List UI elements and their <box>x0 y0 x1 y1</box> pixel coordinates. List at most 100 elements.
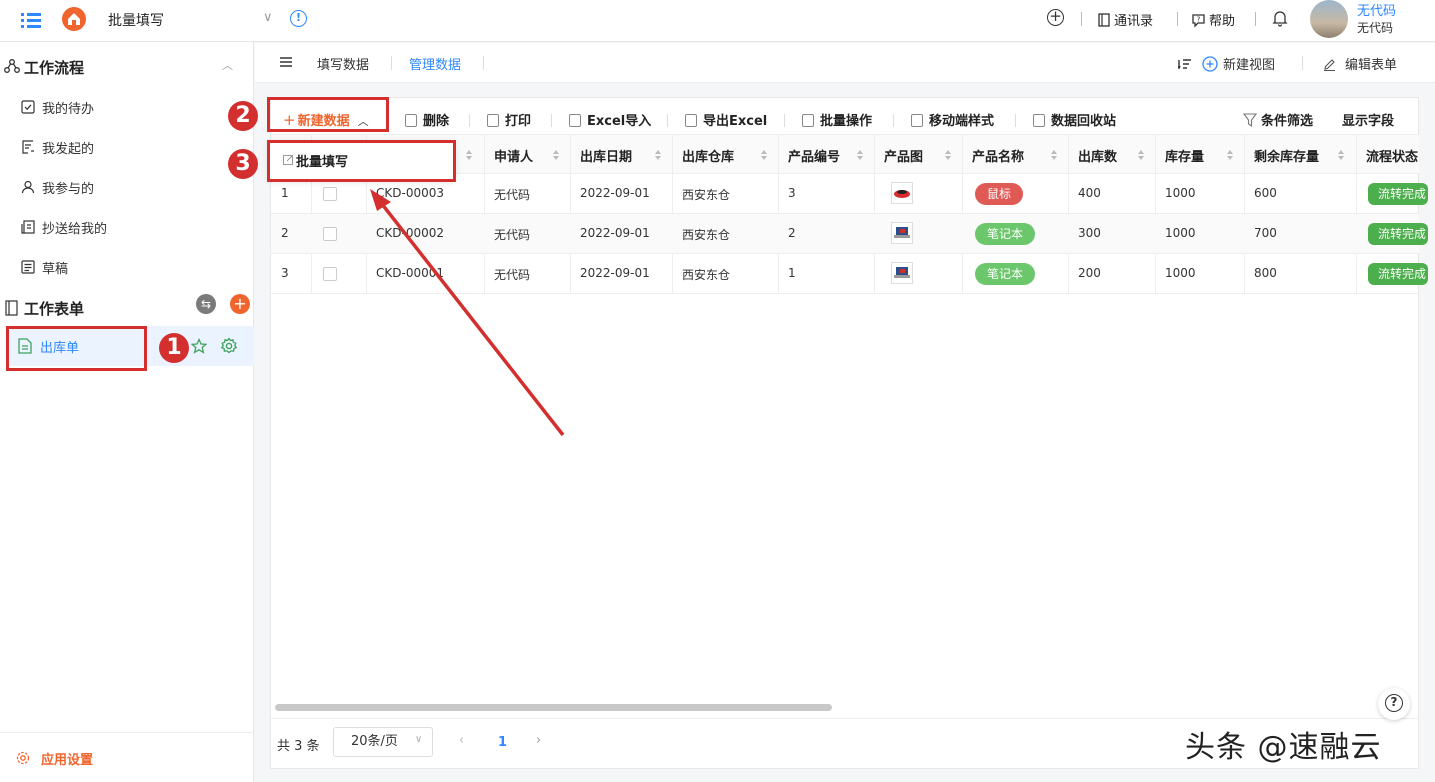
next-page-icon[interactable]: › <box>536 733 541 748</box>
show-fields-button[interactable]: 显示字段 <box>1342 110 1394 129</box>
filter-button[interactable]: 条件筛选 <box>1242 110 1313 129</box>
column-header-warehouse[interactable]: 出库仓库 <box>682 146 734 165</box>
column-header-remaining[interactable]: 剩余库存量 <box>1254 146 1319 165</box>
home-icon[interactable] <box>62 7 86 31</box>
sort-icon[interactable] <box>1050 149 1058 161</box>
contacts-button[interactable]: 通讯录 <box>1098 10 1153 29</box>
app-switch-chevron-icon[interactable]: ∨ <box>263 10 273 25</box>
bell-icon[interactable] <box>1272 10 1288 31</box>
chevron-down-icon[interactable]: ∨ <box>415 734 422 745</box>
column-header-stock[interactable]: 库存量 <box>1165 146 1204 165</box>
menu-icon[interactable] <box>20 9 44 31</box>
sidebar-item-initiated[interactable]: 我发起的 <box>0 127 254 167</box>
help-button[interactable]: ? 帮助 <box>1191 10 1235 29</box>
swap-icon[interactable]: ⇆ <box>196 294 216 314</box>
sidebar-item-todo[interactable]: 我的待办 <box>0 87 254 127</box>
show-fields-label: 显示字段 <box>1342 114 1395 129</box>
help-float-button[interactable]: ? <box>1378 688 1410 720</box>
column-header-product-name[interactable]: 产品名称 <box>972 146 1024 165</box>
column-header-status[interactable]: 流程状态 <box>1366 146 1418 165</box>
edit-form-label: 编辑表单 <box>1345 58 1398 73</box>
sidebar-item-label: 草稿 <box>42 262 69 277</box>
product-thumbnail[interactable] <box>891 222 913 244</box>
mobile-style-label: 移动端样式 <box>929 114 995 129</box>
column-header-date[interactable]: 出库日期 <box>580 146 632 165</box>
initiated-icon <box>21 140 35 154</box>
sort-icon[interactable] <box>552 149 560 161</box>
prev-page-icon[interactable]: ‹ <box>459 733 464 748</box>
export-file-icon <box>685 114 697 127</box>
forms-section-header[interactable]: 工作表单 <box>0 292 254 322</box>
sort-icon[interactable] <box>1226 149 1234 161</box>
cell-remaining: 800 <box>1254 266 1277 280</box>
star-icon[interactable] <box>190 337 208 358</box>
divider <box>1081 12 1082 26</box>
printer-icon <box>487 114 499 127</box>
recycle-label: 数据回收站 <box>1051 114 1117 129</box>
annotation-number-2: 2 <box>228 101 258 131</box>
help-bubble-icon: ? <box>1192 14 1205 28</box>
avatar[interactable] <box>1310 0 1348 38</box>
sidebar-item-participated[interactable]: 我参与的 <box>0 167 254 207</box>
user-name[interactable]: 无代码 <box>1357 0 1396 19</box>
batch-ops-label: 批量操作 <box>820 114 873 129</box>
tab-manage-data[interactable]: 管理数据 <box>409 54 461 73</box>
sort-icon[interactable] <box>465 149 473 161</box>
add-circle-icon[interactable]: + <box>1047 9 1064 26</box>
sidebar-item-label: 我发起的 <box>42 142 95 157</box>
batch-ops-button[interactable]: 批量操作 <box>802 110 872 129</box>
workflow-section-header[interactable]: 工作流程 ︿ <box>0 51 254 81</box>
column-header-product-image[interactable]: 产品图 <box>884 146 923 165</box>
annotation-box-3 <box>267 140 456 182</box>
user-org: 无代码 <box>1357 21 1394 35</box>
row-checkbox[interactable] <box>323 267 337 281</box>
sort-icon[interactable] <box>654 149 662 161</box>
delete-button[interactable]: 删除 <box>405 110 449 129</box>
divider <box>469 114 470 127</box>
row-checkbox[interactable] <box>323 227 337 241</box>
divider <box>1255 12 1256 26</box>
product-thumbnail[interactable] <box>891 262 913 284</box>
add-form-icon[interactable]: + <box>230 294 250 314</box>
mobile-style-button[interactable]: 移动端样式 <box>911 110 994 129</box>
sort-icon[interactable] <box>760 149 768 161</box>
cc-icon <box>21 220 35 234</box>
product-thumbnail[interactable] <box>891 182 913 204</box>
column-header-out-qty[interactable]: 出库数 <box>1078 146 1117 165</box>
column-header-applicant[interactable]: 申请人 <box>494 146 533 165</box>
info-icon[interactable]: ! <box>290 10 307 27</box>
excel-import-button[interactable]: Excel导入 <box>569 110 651 129</box>
export-excel-button[interactable]: 导出Excel <box>685 110 767 129</box>
divider <box>1302 56 1303 70</box>
tab-fill-data[interactable]: 填写数据 <box>317 54 369 73</box>
total-count: 共 3 条 <box>277 739 320 754</box>
status-badge: 流转完成 <box>1368 223 1428 245</box>
sort-icon[interactable] <box>944 149 952 161</box>
new-view-button[interactable]: 新建视图 <box>1177 54 1275 73</box>
trash-icon <box>405 114 417 127</box>
column-header-product-no[interactable]: 产品编号 <box>788 146 840 165</box>
draft-icon <box>21 260 35 274</box>
recycle-bin-button[interactable]: 数据回收站 <box>1033 110 1116 129</box>
row-checkbox[interactable] <box>323 187 337 201</box>
app-title[interactable]: 批量填写 <box>108 10 164 30</box>
chevron-up-icon[interactable]: ︿ <box>222 57 233 73</box>
gear-icon[interactable] <box>220 337 238 359</box>
sort-icon[interactable] <box>1137 149 1145 161</box>
cell-stock: 1000 <box>1165 186 1196 200</box>
notebook-icon <box>4 300 18 320</box>
sidebar-item-cc[interactable]: 抄送给我的 <box>0 207 254 247</box>
sort-icon[interactable] <box>1337 149 1345 161</box>
excel-import-label: Excel导入 <box>587 114 652 129</box>
cell-date: 2022-09-01 <box>580 186 650 200</box>
horizontal-scrollbar[interactable] <box>275 704 832 711</box>
app-settings-button[interactable]: 应用设置 <box>0 732 254 782</box>
list-icon[interactable] <box>279 56 293 72</box>
print-button[interactable]: 打印 <box>487 110 531 129</box>
sort-icon[interactable] <box>856 149 864 161</box>
page-number[interactable]: 1 <box>498 735 507 750</box>
sidebar-item-draft[interactable]: 草稿 <box>0 247 254 287</box>
app-settings-label: 应用设置 <box>41 753 94 768</box>
pencil-icon <box>1324 59 1335 72</box>
edit-form-button[interactable]: 编辑表单 <box>1323 54 1397 73</box>
